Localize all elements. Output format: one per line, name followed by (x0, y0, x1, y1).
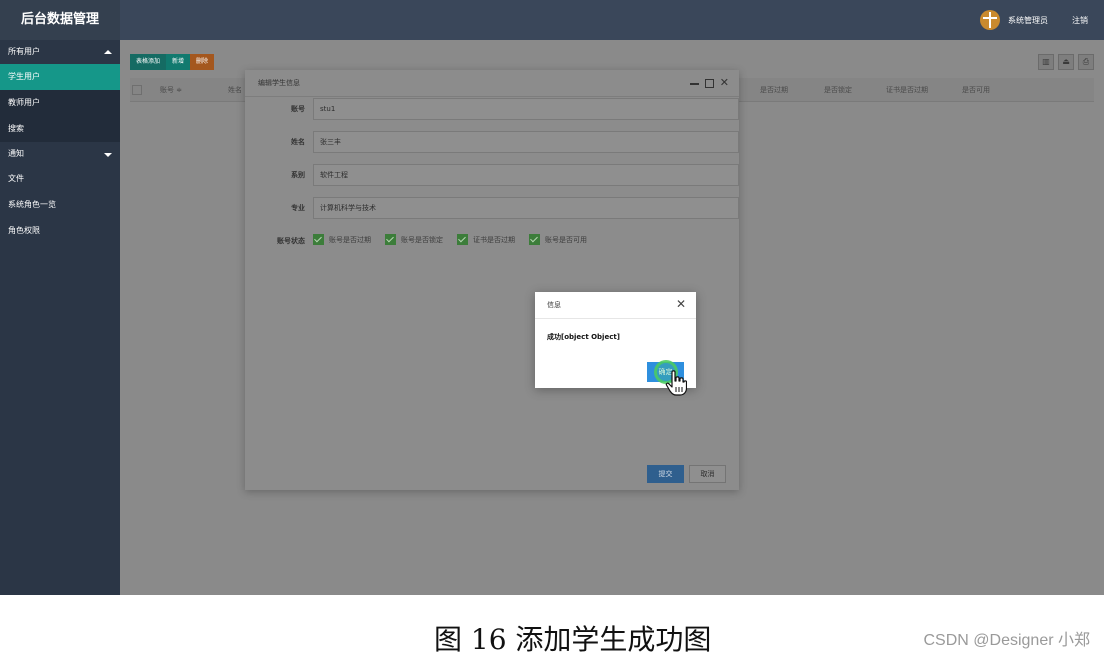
cancel-button[interactable]: 取消 (689, 465, 726, 483)
top-header: 后台数据管理 系统管理员 注销 (0, 0, 1104, 40)
sidebar-group-label: 所有用户 (8, 47, 40, 56)
cert-expired-checkbox[interactable] (457, 234, 468, 245)
field-label: 系别 (291, 171, 305, 179)
sidebar-item-permissions[interactable]: 角色权限 (0, 218, 120, 244)
info-dialog-title: 信息 (547, 301, 561, 309)
app-screen: 后台数据管理 系统管理员 注销 所有用户 学生用户 教师用户 搜索 通知 文件 … (0, 0, 1104, 595)
app-title: 后台数据管理 (0, 0, 120, 40)
sidebar-group-all-users[interactable]: 所有用户 (0, 40, 120, 64)
field-label: 账号 (291, 105, 305, 113)
column-header[interactable]: 账号 ≑ (160, 78, 182, 102)
checkbox-label[interactable]: 账号是否锁定 (401, 235, 443, 245)
dialog-controls: ✕ (684, 76, 729, 90)
user-avatar-icon[interactable] (980, 10, 1000, 30)
department-input[interactable]: 软件工程 (313, 164, 739, 186)
logout-link[interactable]: 注销 (1072, 15, 1088, 26)
sidebar-item-students[interactable]: 学生用户 (0, 64, 120, 90)
maximize-icon[interactable] (704, 78, 714, 88)
chevron-down-icon (104, 153, 112, 157)
dialog-titlebar: 编辑学生信息 ✕ (245, 70, 739, 97)
sidebar-item-label: 学生用户 (8, 72, 40, 81)
edit-student-dialog: 编辑学生信息 ✕ 账号 stu1 姓名 张三丰 系别 软件工程 专业 计算机科学… (245, 70, 739, 490)
divider (535, 318, 696, 319)
submit-button[interactable]: 提交 (647, 465, 684, 483)
column-header[interactable]: 是否过期 (760, 78, 788, 102)
account-input[interactable]: stu1 (313, 98, 739, 120)
column-header[interactable]: 姓名 (228, 78, 242, 102)
add-table-button[interactable]: 表格添加 (130, 54, 167, 70)
sidebar-item-search[interactable]: 搜索 (0, 116, 120, 142)
export-icon[interactable]: ⏏ (1058, 54, 1074, 70)
header-user-area: 系统管理员 注销 (980, 0, 1088, 40)
status-checkboxes: 账号是否过期 账号是否锁定 证书是否过期 账号是否可用 (313, 234, 601, 245)
chevron-up-icon (104, 50, 112, 54)
column-header[interactable]: 是否锁定 (824, 78, 852, 102)
field-label: 姓名 (291, 138, 305, 146)
column-header[interactable]: 证书是否过期 (886, 78, 928, 102)
sidebar-item-roles[interactable]: 系统角色一览 (0, 192, 120, 218)
info-message: 成功[object Object] (547, 333, 620, 341)
sidebar-group-notice[interactable]: 通知 (0, 142, 120, 166)
hand-cursor-icon (665, 370, 687, 396)
select-all-checkbox[interactable] (132, 85, 142, 95)
dialog-title: 编辑学生信息 (258, 79, 300, 87)
sidebar-group-label: 通知 (8, 149, 24, 158)
sidebar-item-label: 教师用户 (8, 98, 40, 107)
sidebar-item-teachers[interactable]: 教师用户 (0, 90, 120, 116)
user-name[interactable]: 系统管理员 (1008, 15, 1048, 26)
delete-button[interactable]: 删除 (190, 54, 215, 70)
checkbox-label[interactable]: 账号是否可用 (545, 235, 587, 245)
name-input[interactable]: 张三丰 (313, 131, 739, 153)
info-dialog: 信息 ✕ 成功[object Object] 确定 (535, 292, 696, 396)
sidebar-item-label: 系统角色一览 (8, 200, 56, 209)
sidebar-item-label: 角色权限 (8, 226, 40, 235)
expired-checkbox[interactable] (313, 234, 324, 245)
status-label: 账号状态 (277, 237, 305, 245)
checkbox-label[interactable]: 账号是否过期 (329, 235, 371, 245)
sidebar-item-files[interactable]: 文件 (0, 166, 120, 192)
close-icon[interactable]: ✕ (720, 76, 729, 90)
table-toolbar: 表格添加 新增 删除 (130, 54, 215, 70)
field-label: 专业 (291, 204, 305, 212)
figure-caption: 图 16 添加学生成功图 (434, 623, 712, 656)
watermark: CSDN @Designer 小郑 (923, 632, 1090, 649)
minimize-icon[interactable] (689, 82, 699, 85)
table-tools: ▥ ⏏ ⎙ (1034, 54, 1094, 70)
enabled-checkbox[interactable] (529, 234, 540, 245)
print-icon[interactable]: ⎙ (1078, 54, 1094, 70)
checkbox-label[interactable]: 证书是否过期 (473, 235, 515, 245)
major-input[interactable]: 计算机科学与技术 (313, 197, 739, 219)
add-button[interactable]: 新增 (166, 54, 191, 70)
columns-icon[interactable]: ▥ (1038, 54, 1054, 70)
sidebar-item-label: 文件 (8, 174, 24, 183)
sidebar-item-label: 搜索 (8, 124, 24, 133)
sidebar: 所有用户 学生用户 教师用户 搜索 通知 文件 系统角色一览 角色权限 (0, 40, 120, 595)
locked-checkbox[interactable] (385, 234, 396, 245)
close-icon[interactable]: ✕ (676, 296, 686, 312)
column-header[interactable]: 是否可用 (962, 78, 990, 102)
